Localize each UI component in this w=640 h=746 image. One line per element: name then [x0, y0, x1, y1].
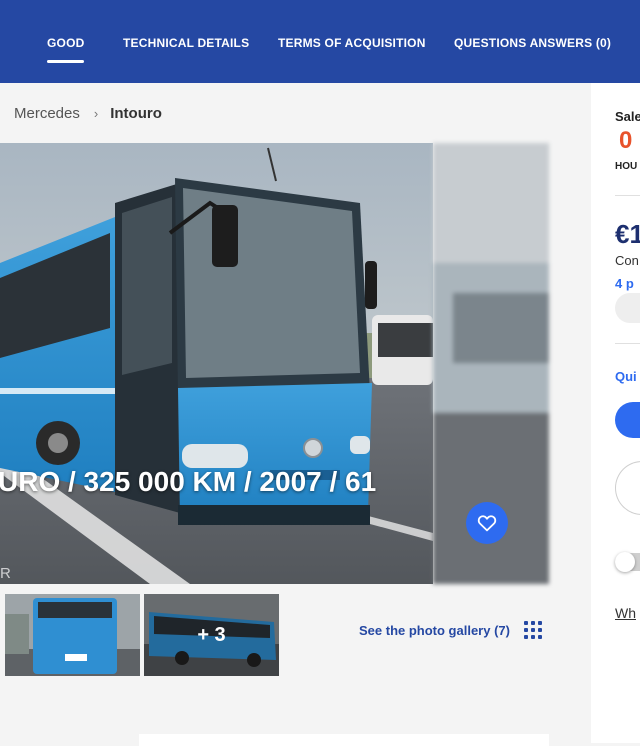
countdown-hours-label: HOU — [615, 161, 638, 172]
sidebar-pill-field[interactable] — [615, 293, 640, 323]
thumbnail-image — [5, 594, 140, 676]
photo-watermark: R — [0, 565, 11, 582]
main-photo[interactable]: URO / 325 000 KM / 2007 / 61 R — [0, 143, 433, 584]
quick-action-label: Qui — [615, 369, 637, 384]
sale-countdown: 0 — [619, 127, 633, 154]
sidebar-divider — [615, 195, 640, 196]
tab-questions-answers[interactable]: QUESTIONS ANSWERS (0) — [454, 36, 611, 50]
favorite-button[interactable] — [466, 502, 508, 544]
sidebar-help-link[interactable]: Wh — [615, 605, 636, 621]
option-toggle[interactable] — [615, 552, 640, 572]
grid-icon[interactable] — [524, 621, 542, 639]
photo-caption: URO / 325 000 KM / 2007 / 61 — [0, 466, 377, 497]
sale-label: Sale — [615, 109, 640, 124]
breadcrumb-parent-link[interactable]: Mercedes — [14, 105, 80, 122]
price-condition-text: Con — [615, 253, 639, 268]
tab-terms-of-acquisition[interactable]: TERMS OF ACQUISITION — [278, 36, 426, 50]
more-photos-count: + 3 — [144, 594, 279, 676]
price-detail-link[interactable]: 4 p — [615, 276, 634, 291]
primary-action-button[interactable] — [615, 402, 640, 438]
photo-gallery-link[interactable]: See the photo gallery (7) — [359, 623, 510, 638]
price: €1 — [615, 219, 640, 249]
heart-icon — [477, 515, 497, 532]
bus-photo-image — [0, 143, 433, 584]
breadcrumb-separator: › — [93, 106, 99, 121]
sidebar-divider — [615, 343, 640, 344]
sale-sidebar: Sale 0 HOU €1 Con 4 p Qui Wh — [591, 83, 640, 743]
tab-technical-details[interactable]: TECHNICAL DETAILS — [123, 36, 249, 50]
thumbnail-1[interactable] — [5, 594, 140, 676]
thumbnail-2[interactable]: + 3 — [144, 594, 279, 676]
tab-good[interactable]: GOOD — [47, 36, 85, 63]
breadcrumb: Mercedes › Intouro — [14, 105, 162, 122]
top-navigation: GOOD TECHNICAL DETAILS TERMS OF ACQUISIT… — [0, 0, 640, 83]
content-card — [139, 734, 549, 746]
breadcrumb-current: Intouro — [110, 105, 162, 122]
bid-stepper[interactable] — [615, 461, 640, 515]
